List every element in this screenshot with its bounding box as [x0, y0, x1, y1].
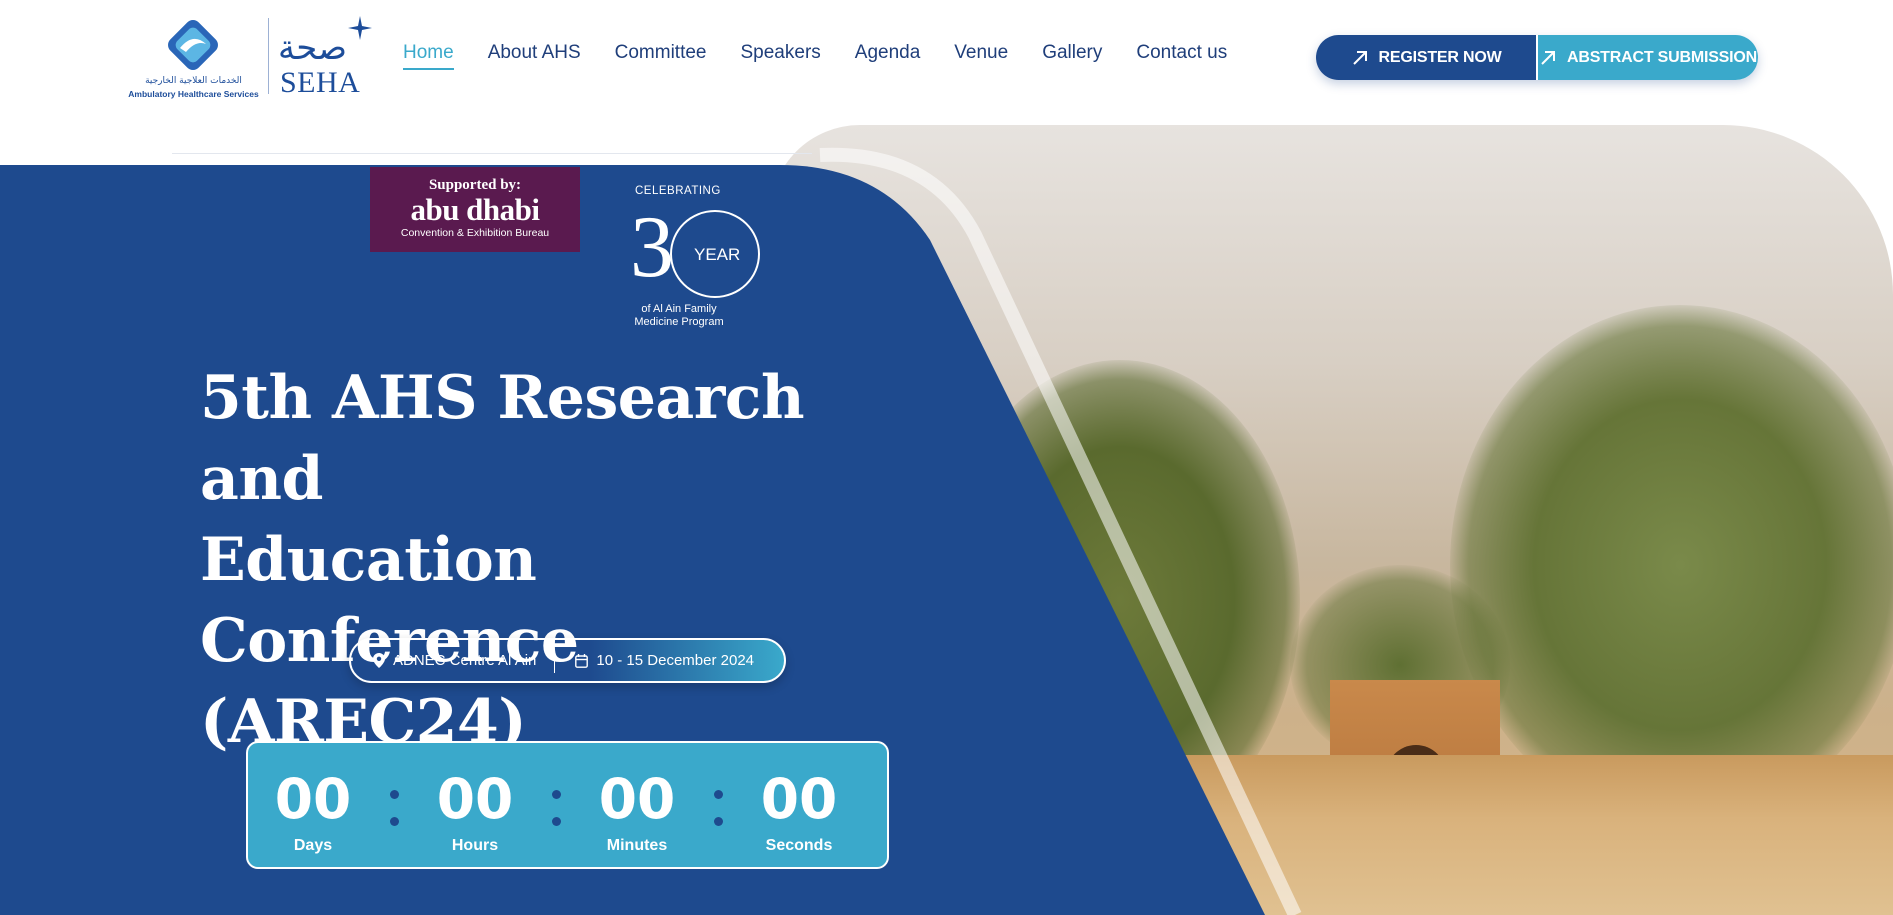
countdown-timer: 00 Days 00 Hours 00 Minutes 00 Seconds [246, 741, 889, 869]
supported-by-name: abu dhabi [410, 192, 540, 227]
map-pin-icon [373, 653, 385, 668]
nav-about-ahs[interactable]: About AHS [488, 42, 581, 70]
nav-contact-us[interactable]: Contact us [1136, 42, 1227, 70]
event-dates-text: 10 - 15 December 2024 [596, 652, 755, 669]
countdown-days-value: 00 [274, 767, 352, 831]
nav-committee[interactable]: Committee [615, 42, 707, 70]
main-nav: Home About AHS Committee Speakers Agenda… [403, 42, 1261, 70]
celebrating-30-years-badge: CELEBRATING 3 YEAR of Al Ain Family Medi… [620, 183, 760, 333]
countdown-hours: 00 Hours [410, 755, 540, 855]
calendar-icon [575, 653, 589, 668]
nav-speakers[interactable]: Speakers [741, 42, 821, 70]
photo-ground [770, 755, 1893, 915]
celebrating-year: YEAR [694, 245, 741, 264]
countdown-minutes: 00 Minutes [572, 755, 702, 855]
register-now-label: REGISTER NOW [1378, 48, 1502, 66]
abstract-submission-label: ABSTRACT SUBMISSION [1567, 48, 1757, 66]
nav-gallery[interactable]: Gallery [1042, 42, 1102, 70]
celebrating-sub: of Al Ain Family Medicine Program [620, 303, 738, 329]
seha-logo-english: SEHA [280, 66, 361, 99]
nav-agenda[interactable]: Agenda [855, 42, 921, 70]
countdown-days-label: Days [293, 837, 333, 854]
star-icon [348, 16, 372, 40]
countdown-seconds-label: Seconds [765, 837, 833, 854]
countdown-colon [378, 784, 410, 826]
event-dates: 10 - 15 December 2024 [555, 652, 754, 669]
celebrating-sub-line2: Medicine Program [634, 316, 724, 328]
register-now-button[interactable]: REGISTER NOW [1316, 35, 1536, 80]
arrow-up-right-icon [1541, 50, 1555, 65]
event-location-text: ADNEC Centre Al Ain [393, 652, 537, 669]
ahs-logo-english: Ambulatory Healthcare Services [128, 89, 259, 99]
hero-photo [770, 125, 1893, 915]
seha-logo[interactable]: صحة SEHA [278, 16, 373, 100]
ahs-logo-arabic: الخدمات العلاجية الخارجية [145, 76, 242, 86]
countdown-seconds-value: 00 [760, 767, 838, 831]
arrow-up-right-icon [1352, 50, 1367, 65]
nav-home[interactable]: Home [403, 42, 454, 70]
countdown-minutes-value: 00 [598, 767, 676, 831]
ahs-logo-icon [168, 20, 218, 70]
countdown-colon [702, 784, 734, 826]
seha-logo-arabic: صحة [278, 28, 348, 68]
countdown-hours-value: 00 [436, 767, 514, 831]
ahs-logo[interactable]: الخدمات العلاجية الخارجية Ambulatory Hea… [126, 14, 261, 99]
celebrating-sub-line1: of Al Ain Family [641, 303, 717, 315]
hero-title: 5th AHS Research and Education Conferenc… [200, 358, 920, 763]
supported-by-badge: Supported by: abu dhabi Convention & Exh… [370, 167, 580, 252]
countdown-seconds: 00 Seconds [734, 755, 864, 855]
event-location: ADNEC Centre Al Ain [351, 652, 554, 669]
logo-divider [268, 18, 269, 94]
countdown-minutes-label: Minutes [606, 837, 668, 854]
header-divider [172, 153, 812, 154]
celebrating-number: 3 [630, 199, 674, 296]
countdown-colon [540, 784, 572, 826]
hero-title-line1: 5th AHS Research and [200, 363, 805, 514]
supported-by-sub: Convention & Exhibition Bureau [400, 227, 550, 239]
countdown-days: 00 Days [248, 755, 378, 855]
nav-venue[interactable]: Venue [954, 42, 1008, 70]
event-info-pill: ADNEC Centre Al Ain 10 - 15 December 202… [349, 638, 786, 683]
celebrating-label: CELEBRATING [635, 185, 721, 197]
countdown-hours-label: Hours [451, 837, 499, 854]
site-header: الخدمات العلاجية الخارجية Ambulatory Hea… [0, 0, 1893, 120]
abstract-submission-button[interactable]: ABSTRACT SUBMISSION [1536, 35, 1758, 80]
cta-group: REGISTER NOW ABSTRACT SUBMISSION [1316, 35, 1758, 80]
tree-right [1450, 305, 1893, 825]
